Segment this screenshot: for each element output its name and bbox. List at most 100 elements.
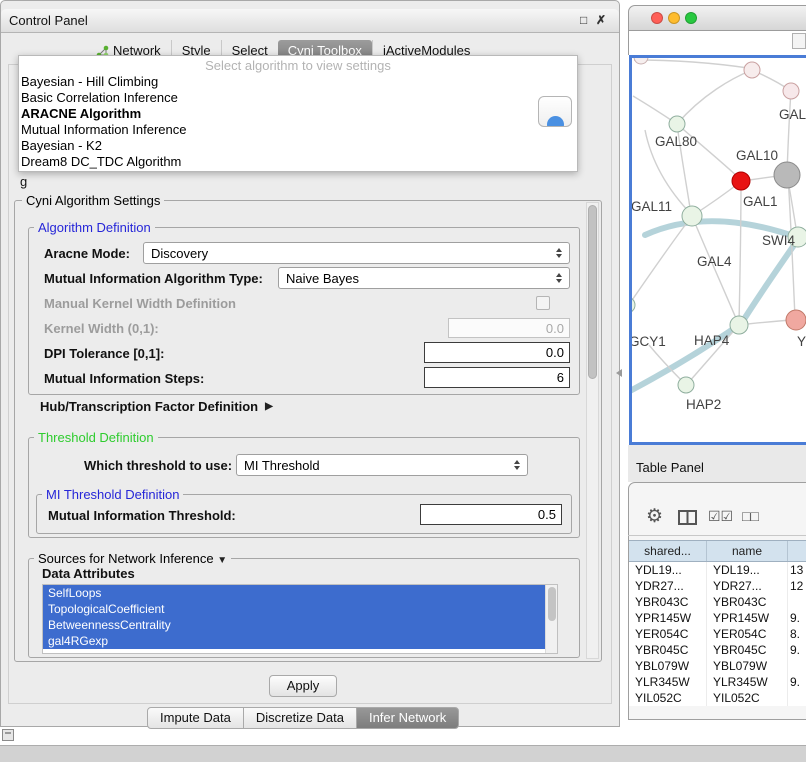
algorithm-placeholder-item[interactable]: Select algorithm to view settings xyxy=(19,57,577,74)
cell-name[interactable]: YIL052C xyxy=(707,690,788,706)
cell-value[interactable]: 9. xyxy=(788,642,806,658)
list-item[interactable]: TopologicalCoefficient xyxy=(43,601,545,617)
hub-factor-expander[interactable]: Hub/Transcription Factor Definition ▶ xyxy=(40,399,273,414)
table-row[interactable]: YPR145W YPR145W 9. xyxy=(629,610,806,626)
network-node-gray[interactable] xyxy=(774,162,800,188)
cell-value[interactable] xyxy=(788,594,806,610)
mi-steps-field[interactable] xyxy=(424,367,570,388)
table-row[interactable]: YLR345W YLR345W 9. xyxy=(629,674,806,690)
table-row[interactable]: YDR27... YDR27... 12 xyxy=(629,578,806,594)
algorithm-item[interactable]: Bayesian - Hill Climbing xyxy=(19,74,577,90)
hidden-panel-icon[interactable] xyxy=(2,729,14,741)
algorithm-item-selected[interactable]: ARACNE Algorithm xyxy=(19,106,577,122)
network-node[interactable] xyxy=(744,62,760,78)
cell-value[interactable]: 13 xyxy=(788,562,806,578)
cell-name[interactable]: YLR345W xyxy=(707,674,788,690)
table-row[interactable]: YIL052C YIL052C xyxy=(629,690,806,706)
network-node[interactable] xyxy=(730,316,748,334)
list-item[interactable]: SelfLoops xyxy=(43,585,545,601)
table-row[interactable]: YBL079W YBL079W xyxy=(629,658,806,674)
network-node[interactable] xyxy=(783,83,799,99)
settings-scrollbar-thumb[interactable] xyxy=(588,205,597,379)
cell-name[interactable]: YDL19... xyxy=(707,562,788,578)
network-node-salmon[interactable] xyxy=(786,310,806,330)
mac-minimize-icon[interactable] xyxy=(668,12,680,24)
manual-kernel-checkbox[interactable] xyxy=(536,296,550,310)
checked-columns-icon[interactable]: ☑☑ xyxy=(708,508,733,525)
sources-expander[interactable]: Sources for Network Inference ▼ xyxy=(34,551,231,566)
settings-scrollbar[interactable] xyxy=(586,202,599,659)
dpi-tolerance-field[interactable] xyxy=(424,342,570,363)
cell-shared-name[interactable]: YBL079W xyxy=(629,658,707,674)
cell-shared-name[interactable]: YLR345W xyxy=(629,674,707,690)
cell-shared-name[interactable]: YBR045C xyxy=(629,642,707,658)
table-row[interactable]: YDL19... YDL19... 13 xyxy=(629,562,806,578)
table-row[interactable]: YBR043C YBR043C xyxy=(629,594,806,610)
network-view[interactable]: GAL GAL80 GAL10 GAL11 GAL1 SWI4 GAL4 GCY… xyxy=(629,55,806,445)
algorithm-item[interactable]: Bayesian - K2 xyxy=(19,138,577,154)
network-node-selected-red[interactable] xyxy=(732,172,750,190)
cell-shared-name[interactable]: YIL052C xyxy=(629,690,707,706)
algorithm-item[interactable]: Mutual Information Inference xyxy=(19,122,577,138)
cell-shared-name[interactable]: YPR145W xyxy=(629,610,707,626)
cell-shared-name[interactable]: YBR043C xyxy=(629,594,707,610)
algorithm-item[interactable]: Dream8 DC_TDC Algorithm xyxy=(19,154,577,170)
table-panel-title: Table Panel xyxy=(636,460,704,475)
status-bar xyxy=(0,745,806,762)
cell-value[interactable]: 9. xyxy=(788,610,806,626)
column-header[interactable]: name xyxy=(707,541,788,561)
cell-name[interactable]: YDR27... xyxy=(707,578,788,594)
divider-collapse-icon[interactable] xyxy=(616,369,622,377)
cell-value[interactable]: 8. xyxy=(788,626,806,642)
apply-button[interactable]: Apply xyxy=(269,675,337,697)
mi-type-select[interactable]: Naive Bayes xyxy=(278,267,570,289)
cell-value[interactable] xyxy=(788,690,806,706)
columns-icon[interactable] xyxy=(678,510,698,526)
algorithm-item[interactable]: Basic Correlation Inference xyxy=(19,90,577,106)
network-node[interactable] xyxy=(669,116,685,132)
cell-name[interactable]: YPR145W xyxy=(707,610,788,626)
list-item[interactable]: gal4RGexp xyxy=(43,633,545,649)
network-node[interactable] xyxy=(634,58,648,64)
list-item[interactable]: BetweennessCentrality xyxy=(43,617,545,633)
network-node[interactable] xyxy=(682,206,702,226)
mi-type-label: Mutual Information Algorithm Type: xyxy=(44,271,263,286)
mac-close-icon[interactable] xyxy=(651,12,663,24)
list-scrollbar-thumb[interactable] xyxy=(548,587,556,621)
page: Control Panel □ ✗ Network Style Select C… xyxy=(0,0,806,762)
float-window-icon[interactable]: □ xyxy=(580,12,587,28)
tab-discretize-data[interactable]: Discretize Data xyxy=(243,707,357,729)
cell-value[interactable]: 12 xyxy=(788,578,806,594)
column-header[interactable]: shared... xyxy=(629,541,707,561)
mi-steps-label: Mutual Information Steps: xyxy=(44,371,204,386)
which-threshold-select[interactable]: MI Threshold xyxy=(236,454,528,476)
column-header[interactable] xyxy=(788,541,806,561)
table-row[interactable]: YBR045C YBR045C 9. xyxy=(629,642,806,658)
close-window-icon[interactable]: ✗ xyxy=(596,12,606,28)
cell-value[interactable]: 9. xyxy=(788,674,806,690)
kernel-width-field[interactable] xyxy=(448,318,570,338)
cell-shared-name[interactable]: YDL19... xyxy=(629,562,707,578)
cell-name[interactable]: YER054C xyxy=(707,626,788,642)
aracne-mode-select[interactable]: Discovery xyxy=(143,242,570,264)
cell-shared-name[interactable]: YDR27... xyxy=(629,578,707,594)
help-button-partial[interactable] xyxy=(538,96,572,127)
data-attributes-list[interactable]: SelfLoops TopologicalCoefficient Between… xyxy=(42,584,558,654)
network-node[interactable] xyxy=(678,377,694,393)
tab-impute-data[interactable]: Impute Data xyxy=(147,707,244,729)
list-scrollbar[interactable] xyxy=(545,585,557,653)
cell-value[interactable] xyxy=(788,658,806,674)
table-row[interactable]: YER054C YER054C 8. xyxy=(629,626,806,642)
aracne-mode-value: Discovery xyxy=(151,246,208,261)
tab-infer-network[interactable]: Infer Network xyxy=(356,707,459,729)
mi-threshold-field[interactable] xyxy=(420,504,562,525)
unchecked-columns-icon[interactable]: □□ xyxy=(742,508,759,524)
cell-name[interactable]: YBR043C xyxy=(707,594,788,610)
gear-icon[interactable]: ⚙ xyxy=(646,505,663,528)
cell-shared-name[interactable]: YER054C xyxy=(629,626,707,642)
cell-name[interactable]: YBR045C xyxy=(707,642,788,658)
mac-zoom-icon[interactable] xyxy=(685,12,697,24)
scroll-arrow-button[interactable] xyxy=(792,33,806,49)
network-node[interactable] xyxy=(632,297,635,313)
cell-name[interactable]: YBL079W xyxy=(707,658,788,674)
